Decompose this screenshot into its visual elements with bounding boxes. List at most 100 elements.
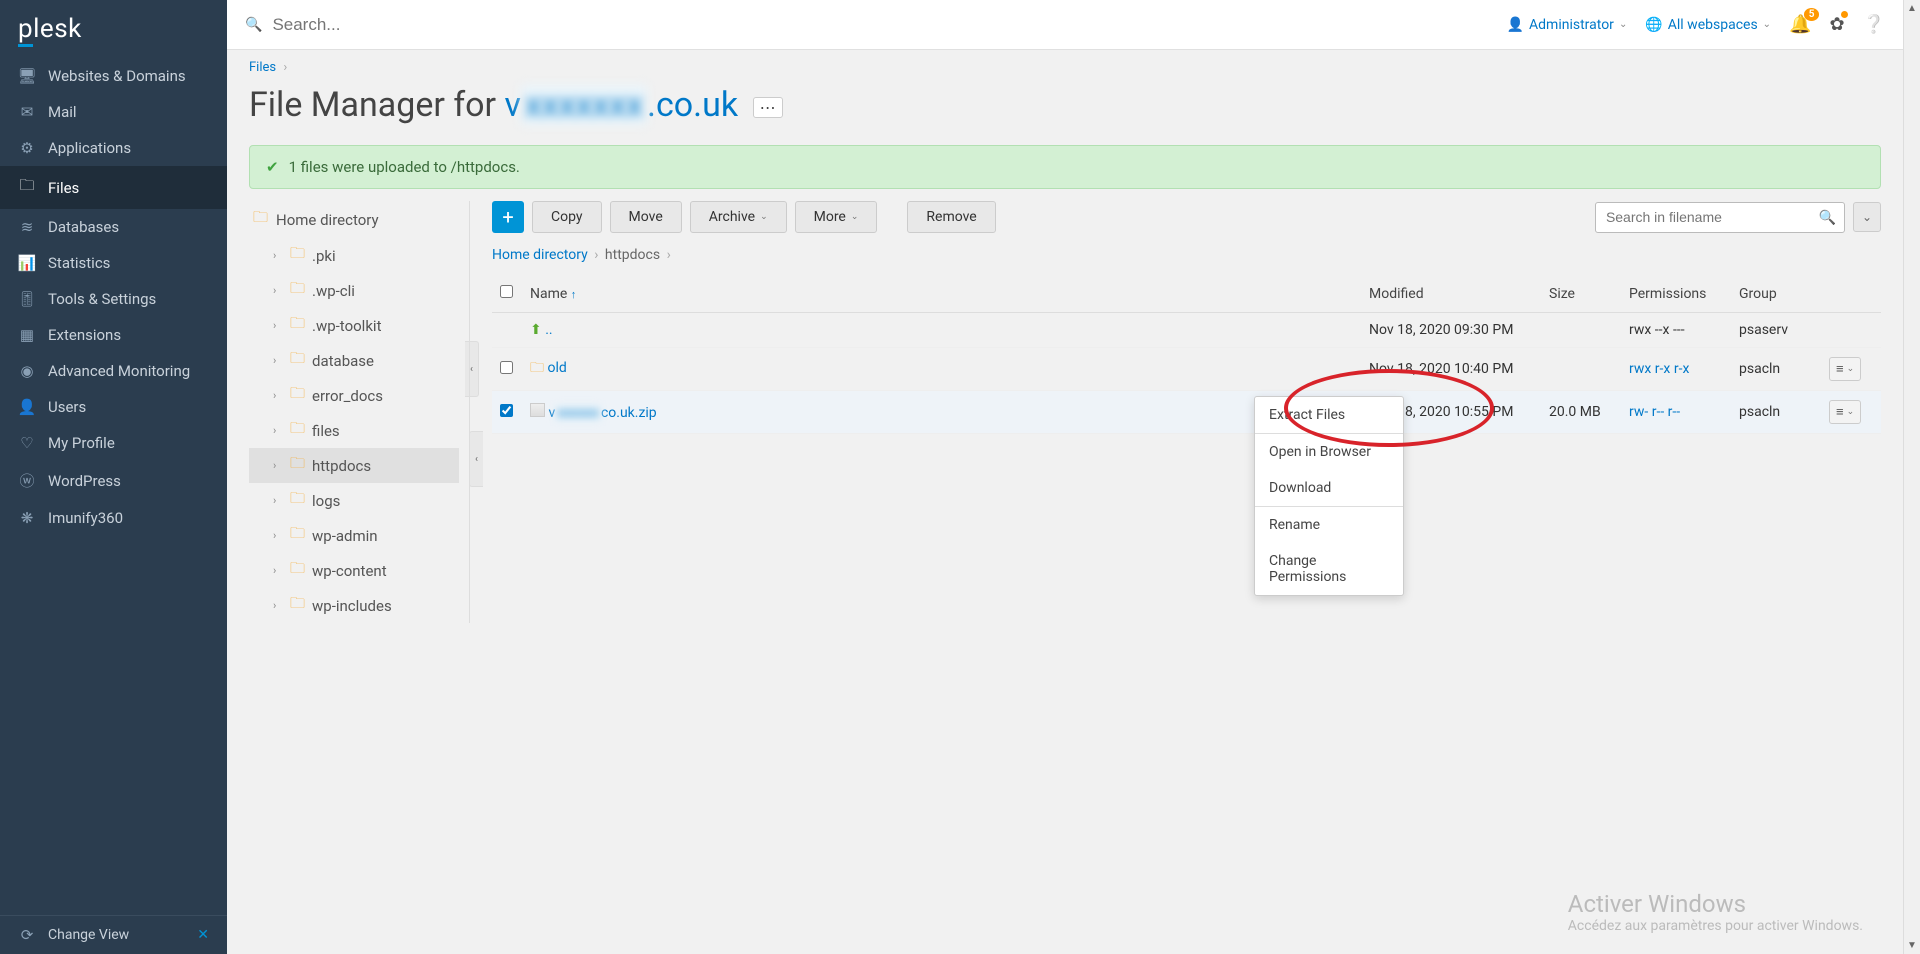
ctx-open-in-browser[interactable]: Open in Browser [1255,434,1403,470]
row-checkbox[interactable] [500,404,513,417]
extensions-updates-button[interactable]: ✿ [1829,14,1844,35]
sidebar-item-label: Databases [48,218,119,236]
ctx-rename[interactable]: Rename [1255,507,1403,543]
toolbar: + Copy Move Archive⌄ More⌄ Remove 🔍 ⌄ [492,201,1881,233]
webspaces-menu[interactable]: 🌐 All webspaces ⌄ [1645,17,1771,33]
folder-icon: 🗀 [530,360,544,376]
tree-item-wp-admin[interactable]: ›🗀wp-admin [249,518,459,553]
tree-item-httpdocs[interactable]: ›🗀httpdocs [249,448,459,483]
more-button[interactable]: More⌄ [795,201,878,233]
sidebar-item-advanced-monitoring[interactable]: ◉Advanced Monitoring [0,353,227,389]
sidebar-item-wordpress[interactable]: ⓦWordPress [0,461,227,500]
sidebar-item-imunify360[interactable]: ❋Imunify360 [0,500,227,536]
col-group[interactable]: Group [1731,275,1821,313]
sidebar-item-label: Websites & Domains [48,67,186,85]
tree-item-wp-includes[interactable]: ›🗀wp-includes [249,588,459,623]
path-root[interactable]: Home directory [492,247,588,263]
folder-icon: 🗀 [290,348,305,373]
ctx-change-permissions[interactable]: Change Permissions [1255,543,1403,595]
row-checkbox[interactable] [500,361,513,374]
admin-menu[interactable]: 👤 Administrator ⌄ [1507,17,1628,33]
cell-size [1541,348,1621,391]
tree-item--wp-toolkit[interactable]: ›🗀.wp-toolkit [249,308,459,343]
col-name[interactable]: Name ↑ [522,275,1361,313]
sidebar-item-label: Advanced Monitoring [48,362,190,380]
notifications-button[interactable]: 🔔 5 [1789,14,1811,35]
ctx-download[interactable]: Download [1255,470,1403,506]
sidebar-item-statistics[interactable]: 📊Statistics [0,245,227,281]
tree-item-wp-content[interactable]: ›🗀wp-content [249,553,459,588]
ctx-extract-files[interactable]: Extract Files [1255,397,1403,433]
menu-icon: ≡ [1836,404,1844,420]
global-search-input[interactable] [272,15,672,35]
sidebar-item-extensions[interactable]: ▦Extensions [0,317,227,353]
col-size[interactable]: Size [1541,275,1621,313]
sidebar-item-my-profile[interactable]: ♡My Profile [0,425,227,461]
folder-icon: 🗀 [290,313,305,338]
globe-icon: 🌐 [1645,17,1662,33]
permissions-link[interactable]: rwx r-x r-x [1629,361,1689,377]
tree-item--wp-cli[interactable]: ›🗀.wp-cli [249,273,459,308]
change-view[interactable]: ⟳ Change View ✕ [0,915,227,954]
help-button[interactable]: ❔ [1863,14,1885,35]
tree-root[interactable]: 🗀 Home directory [249,201,459,238]
chevron-down-icon: ⌄ [851,212,859,222]
search-icon: 🔍 [1819,210,1836,226]
cell-modified: Nov 18, 2020 10:40 PM [1361,348,1541,391]
sidebar-item-applications[interactable]: ⚙Applications [0,130,227,166]
file-search-input[interactable] [1606,209,1806,225]
breadcrumb: Files › [227,50,1903,85]
sidebar-item-label: My Profile [48,434,115,452]
tree-panel: 🗀 Home directory ›🗀.pki›🗀.wp-cli›🗀.wp-to… [249,201,469,623]
copy-button[interactable]: Copy [532,201,602,233]
row-menu-button[interactable]: ≡⌄ [1829,357,1861,381]
file-search[interactable]: 🔍 [1595,202,1845,233]
scroll-down-icon[interactable]: ▼ [1904,937,1920,954]
crumb-files[interactable]: Files [249,60,276,75]
col-modified[interactable]: Modified [1361,275,1541,313]
sidebar-item-users[interactable]: 👤Users [0,389,227,425]
tree-item-error-docs[interactable]: ›🗀error_docs [249,378,459,413]
archive-button[interactable]: Archive⌄ [690,201,787,233]
file-search-options[interactable]: ⌄ [1853,202,1881,232]
chevron-down-icon: ⌄ [1619,19,1627,30]
collapse-panel-button[interactable]: ‹ [469,431,483,487]
add-button[interactable]: + [492,201,524,233]
change-view-label: Change View [48,927,129,943]
col-permissions[interactable]: Permissions [1621,275,1731,313]
sidebar-item-tools-settings[interactable]: 🎚Tools & Settings [0,281,227,317]
tree-item-database[interactable]: ›🗀database [249,343,459,378]
sidebar-icon: ▦ [18,326,36,344]
cell-size: 20.0 MB [1541,391,1621,434]
move-button[interactable]: Move [610,201,682,233]
folder-icon: 🗀 [290,383,305,408]
tree-item-logs[interactable]: ›🗀logs [249,483,459,518]
file-panel: ‹ + Copy Move Archive⌄ More⌄ Remove 🔍 [469,201,1881,623]
sidebar-item-databases[interactable]: ≋Databases [0,209,227,245]
remove-button[interactable]: Remove [907,201,995,233]
caret-icon: › [273,599,283,612]
chevron-down-icon: ⌄ [1763,19,1771,30]
table-row: vxxxxxxco.uk.zipNov 18, 2020 10:55 PM20.… [492,391,1881,434]
close-icon[interactable]: ✕ [197,927,209,943]
tree-item-files[interactable]: ›🗀files [249,413,459,448]
file-name[interactable]: .. [545,322,552,338]
scrollbar[interactable]: ▲ ▼ [1903,0,1920,954]
tree-item--pki[interactable]: ›🗀.pki [249,238,459,273]
file-name[interactable]: old [547,360,566,376]
sidebar-item-files[interactable]: 🗀Files [0,166,227,209]
permissions-link[interactable]: rw- r-- r-- [1629,404,1680,420]
scroll-up-icon[interactable]: ▲ [1904,0,1920,17]
folder-icon: 🗀 [253,207,268,232]
caret-icon: › [273,389,283,402]
file-name[interactable]: vxxxxxxco.uk.zip [548,405,656,421]
title-more-button[interactable]: ⋯ [753,97,783,118]
sidebar-icon: 🎚 [18,290,36,308]
cell-size [1541,313,1621,348]
sidebar-item-mail[interactable]: ✉Mail [0,94,227,130]
windows-watermark: Activer Windows Accédez aux paramètres p… [1568,890,1863,934]
row-menu-button[interactable]: ≡⌄ [1829,400,1861,424]
select-all-checkbox[interactable] [500,285,513,298]
sidebar-item-websites-domains[interactable]: 🖥Websites & Domains [0,58,227,94]
tree-item-label: database [312,352,374,370]
